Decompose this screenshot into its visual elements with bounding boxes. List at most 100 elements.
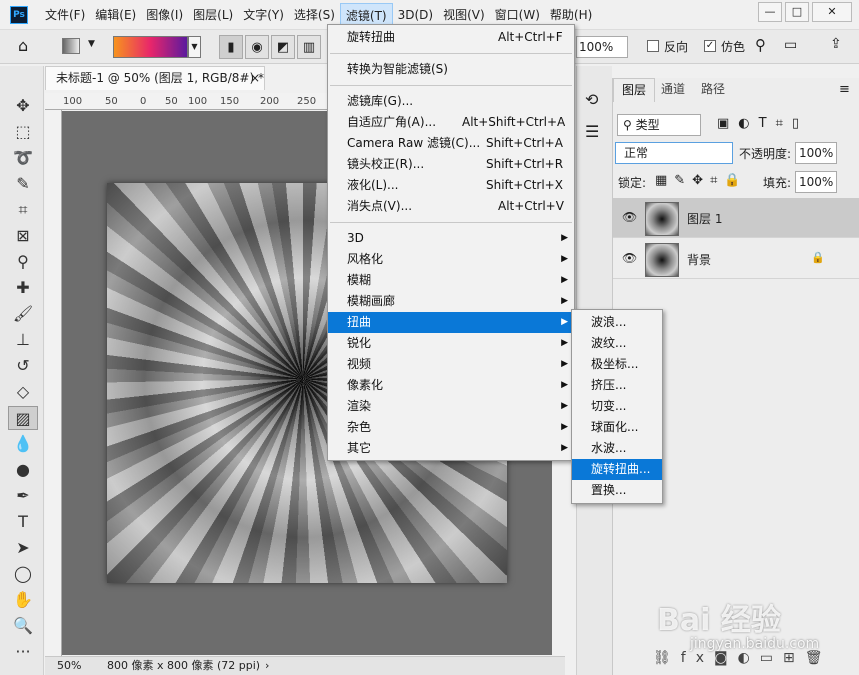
- eye-icon[interactable]: 👁: [622, 251, 637, 265]
- linear-gradient-button[interactable]: ▮: [219, 35, 243, 59]
- close-button[interactable]: ✕: [812, 2, 852, 22]
- share-icon[interactable]: ⇪: [830, 36, 842, 52]
- document-tab[interactable]: 未标题-1 @ 50% (图层 1, RGB/8#) * ×: [45, 66, 265, 90]
- tab-paths[interactable]: 路径: [693, 78, 733, 102]
- submenu-item-shear[interactable]: 切变...: [572, 396, 662, 417]
- chevron-right-icon[interactable]: ›: [265, 657, 269, 674]
- menu-item-adaptive-wide[interactable]: 自适应广角(A)... Alt+Shift+Ctrl+A: [328, 112, 574, 133]
- reflected-gradient-button[interactable]: ▥: [297, 35, 321, 59]
- pen-tool-icon[interactable]: ✒: [8, 484, 38, 508]
- submenu-item-ripple[interactable]: 波纹...: [572, 333, 662, 354]
- menu-item-noise[interactable]: 杂色 ▶: [328, 417, 574, 438]
- menu-item-pixelate[interactable]: 像素化 ▶: [328, 375, 574, 396]
- submenu-item-pinch[interactable]: 挤压...: [572, 375, 662, 396]
- status-zoom[interactable]: 50%: [57, 657, 81, 674]
- menu-item-stylize[interactable]: 风格化 ▶: [328, 249, 574, 270]
- submenu-item-zigzag[interactable]: 水波...: [572, 438, 662, 459]
- workspace-icon[interactable]: ▭: [784, 37, 797, 53]
- menu-type[interactable]: 文字(Y): [238, 3, 289, 27]
- blend-mode-select[interactable]: 正常: [615, 142, 733, 164]
- layer-row[interactable]: 👁 图层 1: [613, 198, 859, 238]
- tab-layers[interactable]: 图层: [613, 78, 656, 102]
- menu-help[interactable]: 帮助(H): [545, 3, 597, 27]
- menu-select[interactable]: 选择(S): [289, 3, 340, 27]
- lasso-tool-icon[interactable]: ➰: [8, 146, 38, 170]
- layer-filter-select[interactable]: ⚲ 类型: [617, 114, 701, 136]
- submenu-item-twirl[interactable]: 旋转扭曲...: [572, 459, 662, 480]
- menu-item-smart-filter[interactable]: 转换为智能滤镜(S): [328, 59, 574, 80]
- dither-checkbox[interactable]: ✓: [704, 40, 716, 52]
- menu-item-filter-gallery[interactable]: 滤镜库(G)...: [328, 91, 574, 112]
- marquee-tool-icon[interactable]: ⬚: [8, 120, 38, 144]
- menu-item-other[interactable]: 其它 ▶: [328, 438, 574, 459]
- history-brush-icon[interactable]: ↺: [8, 354, 38, 378]
- submenu-item-wave[interactable]: 波浪...: [572, 312, 662, 333]
- chevron-down-icon[interactable]: ▼: [88, 39, 95, 49]
- menu-item-camera-raw[interactable]: Camera Raw 滤镜(C)... Shift+Ctrl+A: [328, 133, 574, 154]
- submenu-item-polar[interactable]: 极坐标...: [572, 354, 662, 375]
- layer-name[interactable]: 背景: [687, 251, 711, 268]
- eye-icon[interactable]: 👁: [622, 210, 637, 224]
- menu-3d[interactable]: 3D(D): [393, 3, 438, 27]
- quick-select-tool-icon[interactable]: ✎: [8, 172, 38, 196]
- menu-item-last-filter[interactable]: 旋转扭曲 Alt+Ctrl+F: [328, 27, 574, 48]
- submenu-item-displace[interactable]: 置换...: [572, 480, 662, 501]
- layer-name[interactable]: 图层 1: [687, 210, 722, 227]
- close-tab-icon[interactable]: ×: [250, 67, 260, 89]
- menu-image[interactable]: 图像(I): [141, 3, 188, 27]
- radial-gradient-button[interactable]: ◉: [245, 35, 269, 59]
- maximize-button[interactable]: □: [785, 2, 809, 22]
- stamp-tool-icon[interactable]: ⊥: [8, 328, 38, 352]
- menu-item-lens-correction[interactable]: 镜头校正(R)... Shift+Ctrl+R: [328, 154, 574, 175]
- menu-layer[interactable]: 图层(L): [188, 3, 238, 27]
- menu-view[interactable]: 视图(V): [438, 3, 490, 27]
- layer-filter-icons[interactable]: ▣◐T⌗▯: [717, 116, 808, 131]
- menu-item-blur[interactable]: 模糊 ▶: [328, 270, 574, 291]
- chevron-down-icon[interactable]: ▼: [188, 36, 201, 58]
- layer-actions-icons[interactable]: ⛓fx◙◐▭⊞🗑: [653, 650, 833, 666]
- minimize-button[interactable]: —: [758, 2, 782, 22]
- home-icon[interactable]: ⌂: [18, 36, 28, 55]
- hand-tool-icon[interactable]: ✋: [8, 588, 38, 612]
- eraser-tool-icon[interactable]: ◇: [8, 380, 38, 404]
- move-tool-icon[interactable]: ✥: [8, 94, 38, 118]
- panel-menu-icon[interactable]: ≡: [839, 82, 850, 97]
- menu-file[interactable]: 文件(F): [40, 3, 90, 27]
- more-tools-icon[interactable]: ···: [8, 640, 38, 664]
- tab-channels[interactable]: 通道: [653, 78, 693, 102]
- gradient-tool-icon[interactable]: ▨: [8, 406, 38, 430]
- type-tool-icon[interactable]: T: [8, 510, 38, 534]
- reverse-checkbox[interactable]: [647, 40, 659, 52]
- opacity-field[interactable]: 100%: [576, 36, 628, 58]
- menu-window[interactable]: 窗口(W): [490, 3, 545, 27]
- menu-filter[interactable]: 滤镜(T): [339, 2, 393, 27]
- healing-tool-icon[interactable]: ✚: [8, 276, 38, 300]
- eyedropper-tool-icon[interactable]: ⚲: [8, 250, 38, 274]
- menu-item-distort[interactable]: 扭曲 ▶: [328, 312, 574, 333]
- gradient-picker-icon[interactable]: [62, 38, 80, 54]
- layer-row[interactable]: 👁 背景 🔒: [613, 239, 859, 279]
- menu-item-vanishing-point[interactable]: 消失点(V)... Alt+Ctrl+V: [328, 196, 574, 217]
- menu-item-blur-gallery[interactable]: 模糊画廊 ▶: [328, 291, 574, 312]
- properties-panel-icon[interactable]: ☰: [585, 122, 599, 141]
- crop-tool-icon[interactable]: ⌗: [8, 198, 38, 222]
- path-select-tool-icon[interactable]: ➤: [8, 536, 38, 560]
- dodge-tool-icon[interactable]: ●: [8, 458, 38, 482]
- menu-item-render[interactable]: 渲染 ▶: [328, 396, 574, 417]
- history-panel-icon[interactable]: ⟲: [585, 90, 598, 109]
- menu-item-sharpen[interactable]: 锐化 ▶: [328, 333, 574, 354]
- zoom-tool-icon[interactable]: 🔍: [8, 614, 38, 638]
- angle-gradient-button[interactable]: ◩: [271, 35, 295, 59]
- opacity-input[interactable]: 100%: [795, 142, 837, 164]
- menu-edit[interactable]: 编辑(E): [90, 3, 141, 27]
- search-icon[interactable]: ⚲: [755, 36, 766, 54]
- menu-item-video[interactable]: 视频 ▶: [328, 354, 574, 375]
- gradient-swatch[interactable]: [113, 36, 188, 58]
- fill-input[interactable]: 100%: [795, 171, 837, 193]
- lock-icons[interactable]: ▦✎✥⌗🔒: [655, 173, 748, 188]
- blur-tool-icon[interactable]: 💧: [8, 432, 38, 456]
- frame-tool-icon[interactable]: ⊠: [8, 224, 38, 248]
- submenu-item-spherize[interactable]: 球面化...: [572, 417, 662, 438]
- ellipse-tool-icon[interactable]: ◯: [8, 562, 38, 586]
- menu-item-3d[interactable]: 3D ▶: [328, 228, 574, 249]
